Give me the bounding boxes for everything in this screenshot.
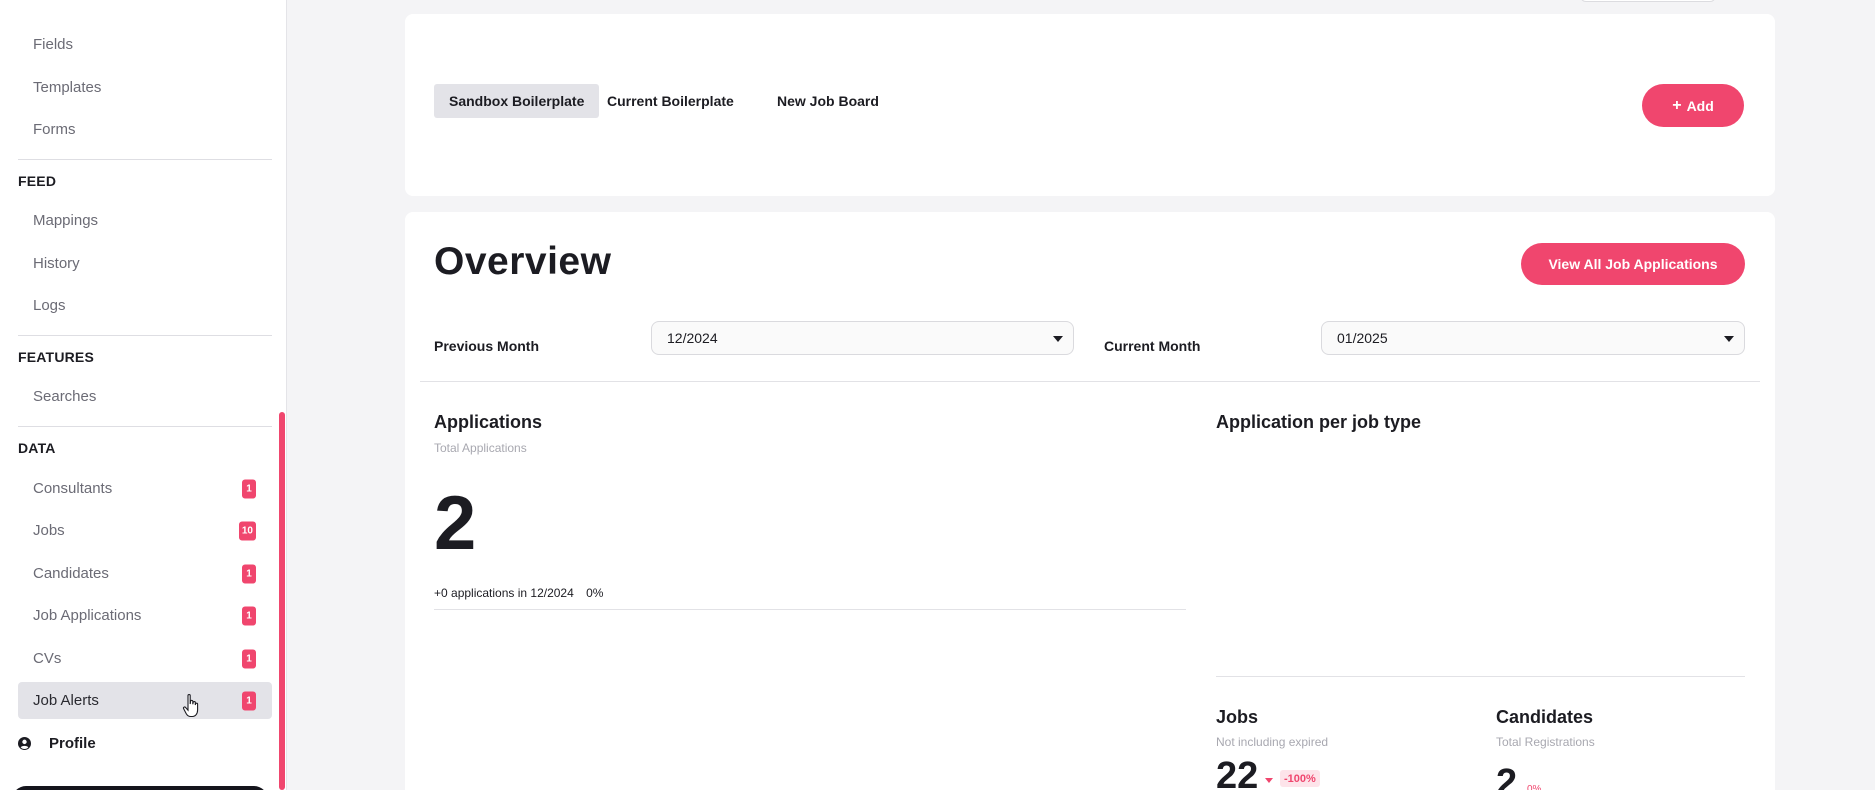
sidebar-item-templates[interactable]: Templates <box>18 69 272 106</box>
applications-delta-pct: 0% <box>586 586 604 600</box>
sidebar-item-candidates[interactable]: Candidates 1 <box>18 555 272 592</box>
sidebar-item-searches[interactable]: Searches <box>18 378 272 415</box>
tab-label: Current Boilerplate <box>607 93 734 109</box>
sidebar-item-logs[interactable]: Logs <box>18 287 272 324</box>
sidebar-item-job-applications[interactable]: Job Applications 1 <box>18 597 272 634</box>
count-badge: 1 <box>242 479 256 498</box>
top-partial-control[interactable] <box>1580 0 1716 2</box>
sidebar-item-history[interactable]: History <box>18 245 272 282</box>
previous-month-select[interactable]: 12/2024 <box>651 321 1074 355</box>
count-badge: 1 <box>242 606 256 625</box>
current-month-value: 01/2025 <box>1337 330 1388 346</box>
candidates-title: Candidates <box>1496 707 1594 727</box>
applications-value: 2 <box>434 481 477 566</box>
profile-label: Profile <box>49 734 96 752</box>
sidebar-item-label: Job Alerts <box>33 692 99 709</box>
candidates-subtitle: Total Registrations <box>1496 735 1595 749</box>
sidebar-item-fields[interactable]: Fields <box>18 26 272 63</box>
current-month-select[interactable]: 01/2025 <box>1321 321 1745 355</box>
applications-delta: +0 applications in 12/2024 0% <box>434 586 603 600</box>
sidebar-item-label: Logs <box>33 297 66 314</box>
sidebar-item-label: Templates <box>33 79 102 96</box>
sidebar-item-cvs[interactable]: CVs 1 <box>18 640 272 677</box>
sidebar-item-label: Searches <box>33 388 97 405</box>
sidebar-item-forms[interactable]: Forms <box>18 111 272 148</box>
candidates-value: 2 <box>1496 762 1518 790</box>
tab-sandbox-boilerplate[interactable]: Sandbox Boilerplate <box>434 84 600 118</box>
section-divider <box>420 381 1760 382</box>
sidebar-item-label: Job Applications <box>33 607 142 624</box>
page-title: Overview <box>434 240 612 283</box>
view-all-label: View All Job Applications <box>1548 256 1718 272</box>
tab-new-job-board[interactable]: New Job Board <box>762 84 894 118</box>
overview-card <box>405 212 1775 790</box>
chevron-down-icon <box>1053 336 1063 342</box>
sidebar-item-job-alerts[interactable]: Job Alerts 1 <box>18 682 272 719</box>
section-title-features: FEATURES <box>18 349 95 365</box>
sidebar-item-label: Mappings <box>33 212 99 229</box>
applications-divider <box>434 609 1186 610</box>
previous-month-value: 12/2024 <box>667 330 718 346</box>
sidebar: Fields Templates Forms FEED Mappings His… <box>0 0 287 790</box>
per-job-type-divider <box>1216 676 1745 677</box>
hand-cursor-icon <box>182 693 199 718</box>
sidebar-item-label: Forms <box>33 121 76 138</box>
candidates-change: 0% <box>1527 784 1542 790</box>
tab-current-boilerplate[interactable]: Current Boilerplate <box>592 84 749 118</box>
applications-delta-text: +0 applications in 12/2024 <box>434 586 574 600</box>
jobs-value: 22 <box>1216 755 1259 790</box>
trend-down-icon <box>1265 778 1273 783</box>
sidebar-item-label: CVs <box>33 650 62 667</box>
sidebar-divider <box>18 335 272 336</box>
jobs-subtitle: Not including expired <box>1216 735 1329 749</box>
sidebar-item-label: Fields <box>33 36 74 53</box>
sidebar-item-label: Consultants <box>33 480 113 497</box>
tab-label: New Job Board <box>777 93 879 109</box>
count-badge: 1 <box>242 564 256 583</box>
jobs-change-badge: -100% <box>1280 770 1320 787</box>
sidebar-item-label: Candidates <box>33 565 109 582</box>
sidebar-item-profile[interactable]: Profile <box>18 731 96 755</box>
sidebar-scrollbar[interactable] <box>279 412 285 790</box>
applications-title: Applications <box>434 412 543 432</box>
current-month-label: Current Month <box>1104 338 1201 354</box>
sidebar-divider <box>18 426 272 427</box>
view-all-job-applications-button[interactable]: View All Job Applications <box>1521 243 1745 285</box>
tab-label: Sandbox Boilerplate <box>449 93 585 109</box>
count-badge: 10 <box>238 521 256 540</box>
sidebar-bottom-button[interactable] <box>12 786 268 790</box>
sidebar-item-label: History <box>33 255 80 272</box>
sidebar-divider <box>18 159 272 160</box>
sidebar-item-label: Jobs <box>33 522 65 539</box>
sidebar-item-consultants[interactable]: Consultants 1 <box>18 470 272 507</box>
jobs-title: Jobs <box>1216 707 1259 727</box>
section-title-data: DATA <box>18 440 56 456</box>
count-badge: 1 <box>242 691 256 710</box>
plus-icon: + <box>1672 96 1682 114</box>
section-title-feed: FEED <box>18 173 57 189</box>
per-job-type-title: Application per job type <box>1216 412 1422 432</box>
user-circle-icon <box>18 736 31 750</box>
add-button[interactable]: + Add <box>1642 84 1744 127</box>
sidebar-item-jobs[interactable]: Jobs 10 <box>18 512 272 549</box>
add-button-label: Add <box>1686 97 1714 114</box>
job-boards-card: Sandbox Boilerplate Current Boilerplate … <box>405 14 1775 196</box>
applications-subtitle: Total Applications <box>434 441 527 455</box>
previous-month-label: Previous Month <box>434 338 540 354</box>
sidebar-item-mappings[interactable]: Mappings <box>18 202 272 239</box>
chevron-down-icon <box>1724 336 1734 342</box>
count-badge: 1 <box>242 649 256 668</box>
